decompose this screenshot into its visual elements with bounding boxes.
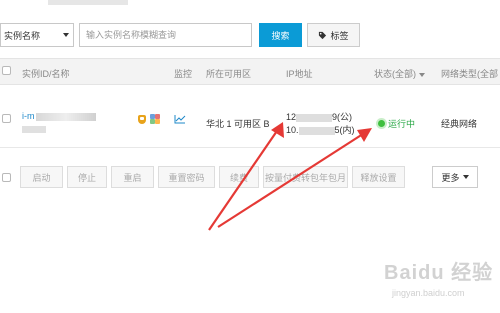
start-button[interactable]: 启动 xyxy=(20,166,63,188)
col-instance-id: 实例ID/名称 xyxy=(22,69,70,79)
ip-private-prefix: 10. xyxy=(286,125,299,135)
zone-value: 华北 1 可用区 B xyxy=(206,119,270,129)
filter-select-value: 实例名称 xyxy=(4,30,41,41)
ip-public-prefix: 12 xyxy=(286,112,297,122)
watermark-logo: Baidu 经验 xyxy=(384,262,494,284)
col-status-label: 状态(全部) xyxy=(374,69,416,79)
tag-icon xyxy=(319,31,327,39)
network-type: 经典网络 xyxy=(441,119,478,129)
renew-button[interactable]: 续费 xyxy=(219,166,259,188)
ip-public: 12 9(公) xyxy=(286,110,352,123)
col-status-filter[interactable]: 状态(全部) xyxy=(374,67,425,80)
security-shield-icon[interactable] xyxy=(138,115,146,124)
tag-button[interactable]: 标签 xyxy=(307,23,360,47)
multi-service-icon[interactable] xyxy=(150,114,160,124)
status-badge: 运行中 xyxy=(378,117,415,130)
redacted-block xyxy=(22,126,46,134)
filter-select[interactable]: 实例名称 xyxy=(0,23,74,47)
instance-id-text: i-m xyxy=(22,111,35,121)
more-button-label: 更多 xyxy=(441,172,460,183)
reset-password-button[interactable]: 重置密码 xyxy=(158,166,215,188)
bulk-select-checkbox[interactable] xyxy=(2,173,11,182)
top-tab-fragment[interactable] xyxy=(48,0,128,5)
redacted-block xyxy=(298,126,335,135)
col-monitor: 监控 xyxy=(174,69,193,79)
redacted-block xyxy=(35,112,96,121)
tag-button-label: 标签 xyxy=(330,30,349,41)
chevron-down-icon xyxy=(462,175,469,179)
ip-private: 10. 5(内) xyxy=(286,123,355,136)
table-header: 实例ID/名称 监控 所在可用区 IP地址 状态(全部) 网络类型(全部 xyxy=(0,58,500,85)
ip-public-suffix: 9(公) xyxy=(332,112,353,122)
table-row: i-m 华北 1 可用区 B 12 9(公) 10. 5(内) 运行中 经典网络 xyxy=(0,86,500,148)
search-input[interactable] xyxy=(79,23,252,47)
col-zone: 所在可用区 xyxy=(206,69,252,79)
ip-private-suffix: 5(内) xyxy=(334,125,355,135)
monitor-chart-icon[interactable] xyxy=(174,114,186,124)
watermark: Baidu 经验 jingyan.baidu.com xyxy=(384,256,494,298)
search-button[interactable]: 搜索 xyxy=(259,23,302,47)
release-settings-button[interactable]: 释放设置 xyxy=(352,166,405,188)
restart-button[interactable]: 重启 xyxy=(111,166,154,188)
convert-billing-button[interactable]: 按量付费转包年包月 xyxy=(263,166,348,188)
row-checkbox[interactable] xyxy=(2,114,11,123)
status-text: 运行中 xyxy=(388,119,416,129)
chevron-down-icon xyxy=(419,72,425,77)
instance-name xyxy=(22,124,46,134)
watermark-url: jingyan.baidu.com xyxy=(392,288,465,298)
select-all-checkbox[interactable] xyxy=(2,66,11,75)
col-ip: IP地址 xyxy=(286,69,313,79)
redacted-block xyxy=(296,113,333,122)
chevron-down-icon xyxy=(63,33,69,37)
batch-action-bar: 启动 停止 重启 重置密码 续费 按量付费转包年包月 释放设置 更多 xyxy=(0,157,500,189)
more-button[interactable]: 更多 xyxy=(432,166,478,188)
running-dot-icon xyxy=(378,120,385,127)
instance-id-link[interactable]: i-m xyxy=(22,111,96,121)
col-network-filter[interactable]: 网络类型(全部 xyxy=(441,67,498,80)
stop-button[interactable]: 停止 xyxy=(67,166,107,188)
